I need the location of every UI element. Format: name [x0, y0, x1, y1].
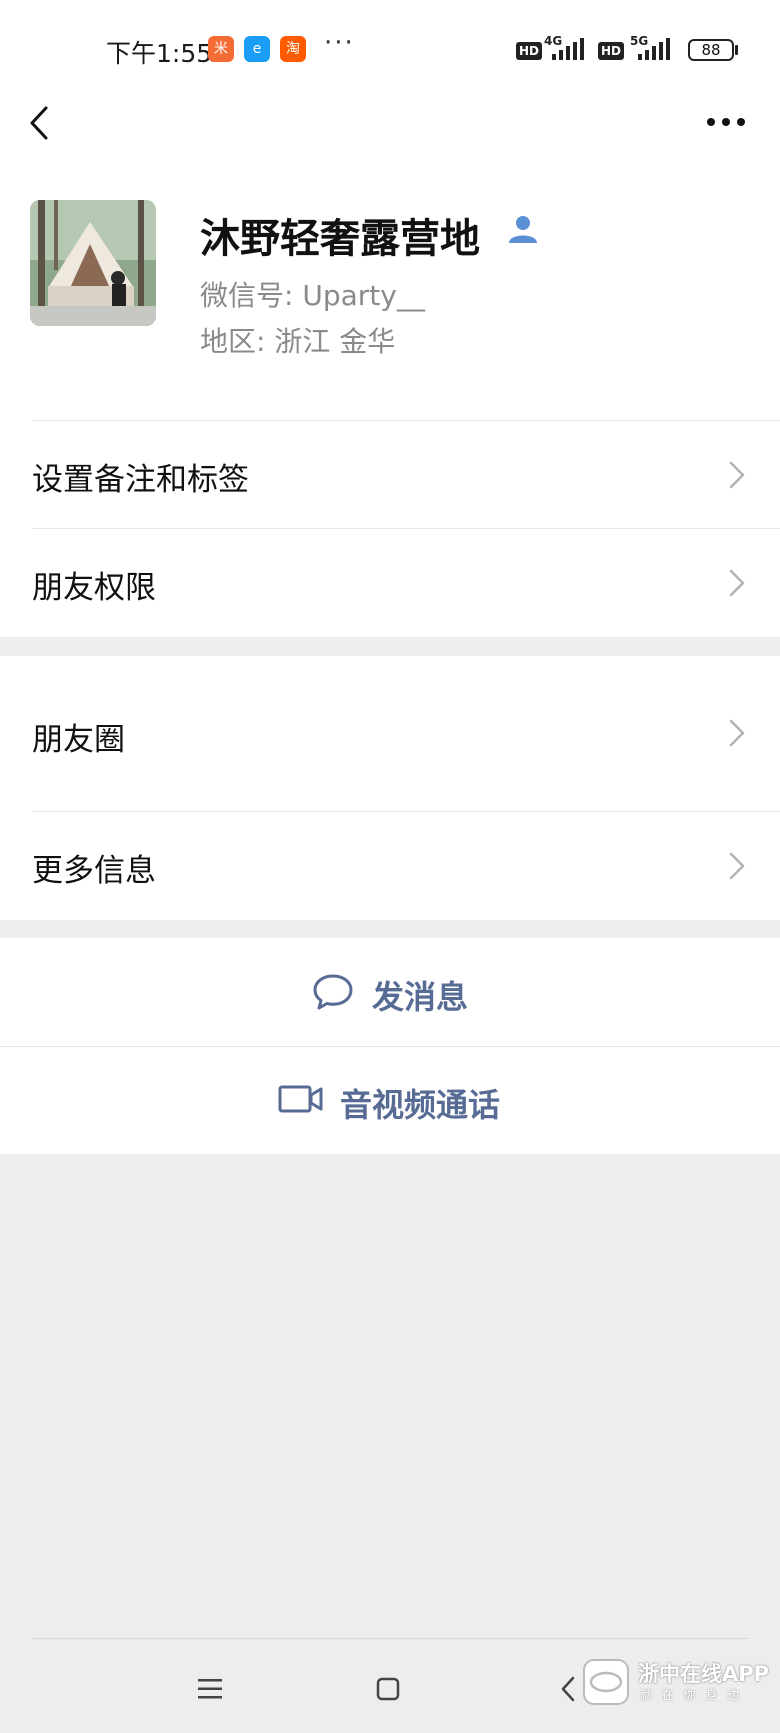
battery-tip: [735, 45, 738, 55]
more-icon[interactable]: [706, 116, 746, 128]
divider: [0, 1046, 780, 1047]
menu-item-label: 朋友圈: [32, 722, 125, 758]
divider: [32, 811, 780, 812]
person-verified-icon: [509, 216, 537, 243]
menu-item-more-info[interactable]: 更多信息: [0, 811, 780, 920]
watermark: 浙中在线APP 就 在 你 身 边: [582, 1652, 776, 1708]
chevron-right-icon: [729, 719, 745, 747]
send-message-button[interactable]: 发消息: [0, 938, 780, 1046]
menu-item-label: 朋友权限: [32, 570, 156, 606]
eleme-app-icon: e: [244, 36, 270, 62]
divider: [32, 420, 780, 421]
chevron-right-icon: [729, 852, 745, 880]
video-call-label: 音视频通话: [340, 1086, 501, 1124]
watermark-subtitle: 就 在 你 身 边: [640, 1688, 743, 1702]
watermark-logo: [583, 1659, 629, 1705]
notification-more-icon: ···: [324, 28, 355, 58]
hd-icon-2: HD: [598, 40, 625, 60]
xiaomi-app-icon: 米: [208, 36, 234, 62]
wechat-id: 微信号: Uparty__: [200, 279, 425, 312]
profile-name: 沐野轻奢露营地: [200, 216, 480, 262]
battery-icon: 88: [688, 39, 734, 61]
video-camera-icon: [278, 1085, 323, 1113]
chevron-right-icon: [729, 569, 745, 597]
video-call-button[interactable]: 音视频通话: [0, 1046, 780, 1154]
divider: [32, 528, 780, 529]
chat-bubble-icon: [313, 974, 353, 1010]
status-bar: 下午1:55 米 e 淘 ··· HD 4G HD 5G 88: [0, 0, 780, 100]
nav-bar: [0, 100, 780, 186]
profile-header: 沐野轻奢露营地 微信号: Uparty__ 地区: 浙江 金华: [0, 186, 780, 420]
avatar[interactable]: [30, 200, 156, 326]
back-nav-icon[interactable]: [560, 1676, 576, 1702]
menu-item-label: 设置备注和标签: [32, 462, 249, 498]
back-icon[interactable]: [26, 104, 56, 142]
taobao-app-icon: 淘: [280, 36, 306, 62]
menu-item-moments[interactable]: 朋友圈: [0, 656, 780, 811]
menu-item-friend-permissions[interactable]: 朋友权限: [0, 528, 780, 637]
chevron-right-icon: [729, 461, 745, 489]
menu-icon[interactable]: [198, 1678, 222, 1700]
signal-icon-2: [638, 38, 670, 60]
bottom-divider: [32, 1638, 748, 1639]
menu-item-label: 更多信息: [32, 853, 156, 889]
send-message-label: 发消息: [372, 978, 469, 1016]
watermark-title: 浙中在线APP: [638, 1662, 770, 1686]
region: 地区: 浙江 金华: [200, 325, 396, 358]
menu-item-remark-tags[interactable]: 设置备注和标签: [0, 420, 780, 528]
signal-icon: [552, 38, 584, 60]
status-time: 下午1:55: [106, 39, 213, 68]
hd-icon: HD: [516, 40, 543, 60]
home-icon[interactable]: [376, 1677, 400, 1701]
